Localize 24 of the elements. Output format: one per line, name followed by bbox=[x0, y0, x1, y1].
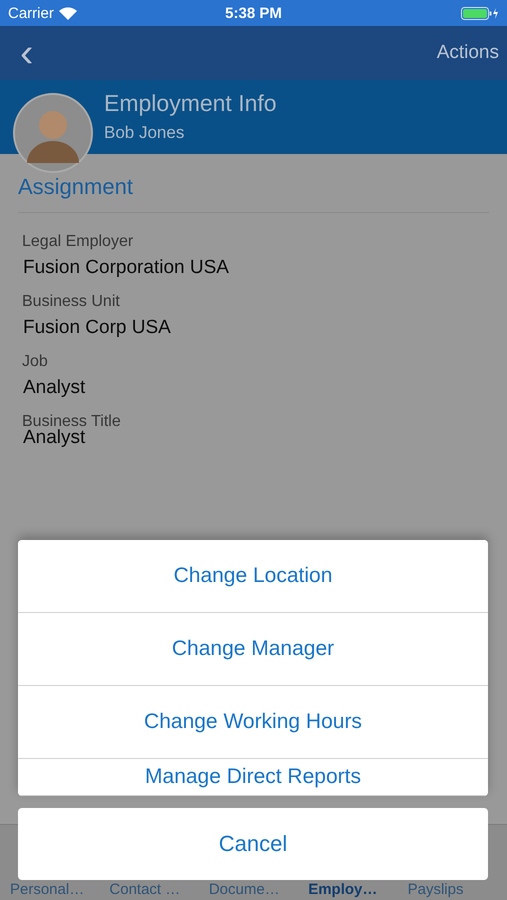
status-time: 5:38 PM bbox=[225, 4, 282, 22]
action-item[interactable]: Change Working Hours bbox=[18, 686, 488, 759]
section-title: Assignment bbox=[18, 174, 489, 213]
page-title: Employment Info bbox=[104, 90, 277, 117]
field-value: Fusion Corp USA bbox=[22, 317, 172, 339]
action-item[interactable]: Change Location bbox=[18, 540, 488, 613]
field-value: Analyst bbox=[22, 427, 86, 449]
employee-name: Bob Jones bbox=[104, 123, 184, 143]
wifi-icon bbox=[58, 6, 77, 20]
action-item[interactable]: Change Manager bbox=[18, 613, 488, 686]
field-label: Business Title bbox=[21, 413, 122, 430]
avatar-icon bbox=[13, 93, 93, 173]
field-value: Fusion Corporation USA bbox=[22, 257, 230, 279]
back-button[interactable]: ‹ bbox=[20, 33, 34, 73]
battery-icon bbox=[460, 6, 499, 20]
carrier-label: Carrier bbox=[8, 4, 54, 22]
action-item[interactable]: Manage Direct Reports bbox=[18, 759, 488, 796]
actions-button[interactable]: Actions bbox=[436, 42, 499, 64]
field-value: Analyst bbox=[22, 377, 86, 399]
cancel-button[interactable]: Cancel bbox=[18, 808, 488, 880]
tab[interactable]: Employ… bbox=[308, 881, 408, 898]
field-label: Legal Employer bbox=[21, 233, 134, 251]
field-label: Business Unit bbox=[21, 293, 121, 311]
field-label: Job bbox=[21, 353, 49, 371]
